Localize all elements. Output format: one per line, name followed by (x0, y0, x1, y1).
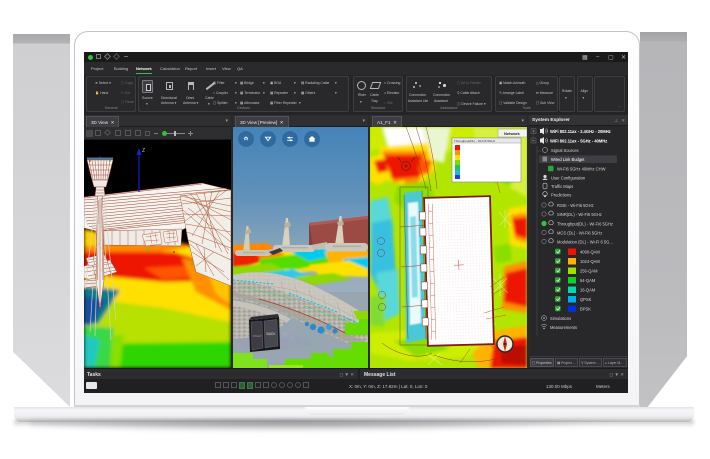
svg-text:1024-QAM: 1024-QAM (580, 259, 600, 264)
svg-text:256-QAM: 256-QAM (580, 268, 598, 273)
svg-text:BACK: BACK (267, 332, 277, 336)
svg-text:16-QAM: 16-QAM (580, 287, 596, 292)
svg-text:Traffic Maps: Traffic Maps (551, 184, 573, 189)
svg-text:Wired Link Budget: Wired Link Budget (551, 157, 585, 162)
svg-text:User Configuration: User Configuration (551, 175, 586, 180)
svg-text:RIGHT: RIGHT (253, 334, 262, 338)
svg-text:WiFi 802.11ax - 2.4GHz - 20MH: WiFi 802.11ax - 2.4GHz - 20MHz (550, 129, 611, 134)
svg-text:Throughput(DL) - Wi-Fi6 5GHz: Throughput(DL) - Wi-Fi6 5GHz (454, 139, 496, 143)
svg-text:Throughput(DL) - Wi-Fi6 5GHz: Throughput(DL) - Wi-Fi6 5GHz (557, 221, 613, 226)
svg-text:Predictions: Predictions (551, 192, 571, 197)
svg-text:Measurements: Measurements (550, 325, 577, 330)
svg-text:WiFi 802.11ax - 5GHz - 40MHz: WiFi 802.11ax - 5GHz - 40MHz (550, 138, 607, 143)
svg-text:64-QAM: 64-QAM (580, 278, 596, 283)
svg-text:QPSK: QPSK (580, 297, 592, 302)
svg-text:Modulation (DL) - Wi-Fi 6 5G..: Modulation (DL) - Wi-Fi 6 5G... (557, 239, 613, 244)
svg-text:SINR(DL) - Wi-Fi6 5GHz: SINR(DL) - Wi-Fi6 5GHz (557, 212, 602, 217)
svg-text:Simulations: Simulations (550, 316, 571, 321)
svg-text:BPSK: BPSK (580, 306, 591, 311)
svg-text:Signal Sources: Signal Sources (551, 148, 579, 153)
svg-text:4096-QAM: 4096-QAM (580, 249, 600, 254)
svg-text:Z: Z (142, 148, 145, 154)
svg-text:Network: Network (504, 131, 521, 136)
svg-text:MCS (DL) - Wi-Fi6 5GHz: MCS (DL) - Wi-Fi6 5GHz (557, 230, 602, 235)
svg-text:Wi-Fi6 5GHz 40MHz CHW: Wi-Fi6 5GHz 40MHz CHW (557, 166, 606, 171)
svg-text:RSSI - Wi-Fi6 5GHz: RSSI - Wi-Fi6 5GHz (557, 203, 594, 208)
